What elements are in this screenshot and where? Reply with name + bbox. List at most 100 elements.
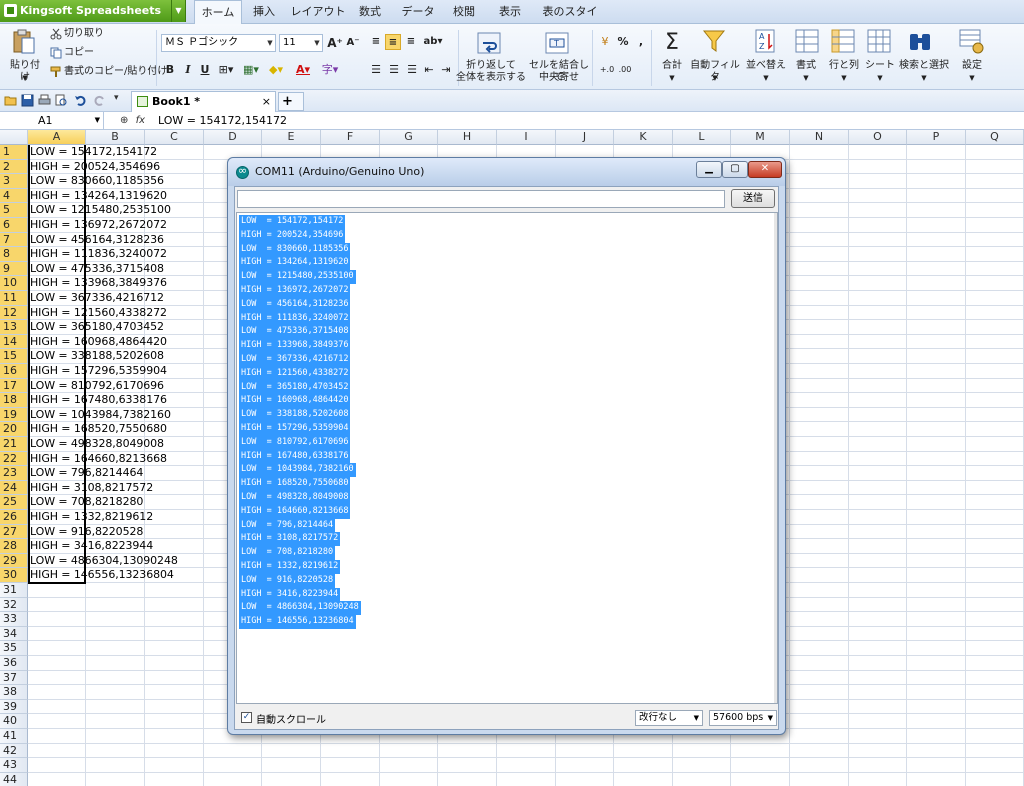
row-header[interactable]: 18 — [0, 393, 28, 408]
cell-a30[interactable]: HIGH = 146556,13236804 — [30, 568, 174, 583]
row-header[interactable]: 5 — [0, 203, 28, 218]
column-header-a[interactable]: A — [28, 130, 86, 145]
row-header[interactable]: 17 — [0, 378, 28, 394]
row-header[interactable]: 1 — [0, 145, 28, 160]
window-titlebar[interactable]: COM11 (Arduino/Genuino Uno) ▁ ▢ ✕ — [228, 158, 785, 186]
row-header[interactable]: 13 — [0, 320, 28, 335]
tab-home[interactable]: ホーム — [194, 0, 242, 25]
cell-a8[interactable]: HIGH = 111836,3240072 — [30, 247, 167, 262]
minimize-button[interactable]: ▁ — [696, 161, 722, 178]
row-header[interactable]: 19 — [0, 407, 28, 423]
open-folder-icon[interactable] — [4, 94, 17, 107]
row-header[interactable]: 39 — [0, 699, 28, 715]
row-header[interactable]: 24 — [0, 480, 28, 496]
row-header[interactable]: 33 — [0, 612, 28, 627]
shrink-font-icon[interactable]: A⁻ — [345, 35, 361, 51]
maximize-button[interactable]: ▢ — [722, 161, 748, 178]
customize-toolbar-icon[interactable]: ▾ — [114, 93, 127, 106]
cell-a11[interactable]: LOW = 367336,4216712 — [30, 291, 164, 306]
row-header[interactable]: 14 — [0, 334, 28, 350]
row-header[interactable]: 42 — [0, 743, 28, 759]
increase-indent-icon[interactable]: ⇥ — [438, 62, 454, 78]
row-header[interactable]: 41 — [0, 729, 28, 744]
column-header-b[interactable]: B — [86, 130, 145, 145]
cell-a21[interactable]: LOW = 498328,8049008 — [30, 437, 164, 452]
scrollbar[interactable] — [774, 213, 777, 703]
row-header[interactable]: 20 — [0, 422, 28, 437]
cell-a9[interactable]: LOW = 475336,3715408 — [30, 262, 164, 277]
underline-button[interactable]: U — [197, 62, 213, 78]
cell-a27[interactable]: LOW = 916,8220528 — [30, 525, 143, 540]
column-header-k[interactable]: K — [614, 130, 673, 145]
row-header[interactable]: 37 — [0, 670, 28, 686]
print-icon[interactable] — [38, 94, 51, 107]
row-header[interactable]: 9 — [0, 261, 28, 277]
zoom-fx-icon[interactable]: ⊕ — [120, 115, 128, 126]
cell-a4[interactable]: HIGH = 134264,1319620 — [30, 189, 167, 204]
cell-a7[interactable]: LOW = 456164,3128236 — [30, 233, 164, 248]
font-name-select[interactable]: ＭＳ Ｐゴシック ▼ — [161, 34, 276, 52]
decrease-indent-icon[interactable]: ⇤ — [421, 62, 437, 78]
row-header[interactable]: 26 — [0, 510, 28, 525]
row-header[interactable]: 4 — [0, 188, 28, 204]
cell-a20[interactable]: HIGH = 168520,7550680 — [30, 422, 167, 437]
row-header[interactable]: 25 — [0, 495, 28, 510]
line-ending-select[interactable]: 改行なし ▼ — [635, 710, 703, 726]
bold-button[interactable]: B — [162, 62, 178, 78]
cell-a10[interactable]: HIGH = 133968,3849376 — [30, 276, 167, 291]
column-header-j[interactable]: J — [556, 130, 614, 145]
tab-data[interactable]: データ — [396, 0, 440, 24]
app-menu-button[interactable]: Kingsoft Spreadsheets 2012 ▼ — [0, 0, 186, 39]
tab-insert[interactable]: 挿入 — [246, 0, 282, 24]
column-header-n[interactable]: N — [790, 130, 849, 145]
row-header[interactable]: 7 — [0, 232, 28, 248]
cell-a6[interactable]: HIGH = 136972,2672072 — [30, 218, 167, 233]
serial-output-area[interactable]: LOW = 154172,154172 HIGH = 200524,354696 L… — [236, 212, 778, 704]
column-header-c[interactable]: C — [145, 130, 204, 145]
column-header-l[interactable]: L — [673, 130, 731, 145]
redo-icon[interactable] — [93, 94, 106, 107]
fill-pattern-icon[interactable]: ▦▾ — [240, 62, 262, 78]
save-icon[interactable] — [21, 94, 34, 107]
borders-icon[interactable]: ⊞▾ — [215, 62, 237, 78]
row-header[interactable]: 29 — [0, 553, 28, 569]
row-header[interactable]: 15 — [0, 349, 28, 364]
cell-a17[interactable]: LOW = 810792,6170696 — [30, 379, 164, 394]
row-header[interactable]: 11 — [0, 291, 28, 306]
row-header[interactable]: 32 — [0, 597, 28, 613]
column-header-m[interactable]: M — [731, 130, 790, 145]
tab-table-style[interactable]: 表のスタイル — [538, 0, 602, 42]
cell-a5[interactable]: LOW = 1215480,2535100 — [30, 203, 171, 218]
row-header[interactable]: 28 — [0, 539, 28, 554]
row-header[interactable]: 27 — [0, 524, 28, 540]
cell-a23[interactable]: LOW = 796,8214464 — [30, 466, 143, 481]
cell-a28[interactable]: HIGH = 3416,8223944 — [30, 539, 153, 554]
cell-a15[interactable]: LOW = 338188,5202608 — [30, 349, 164, 364]
row-header[interactable]: 12 — [0, 305, 28, 321]
row-header[interactable]: 30 — [0, 568, 28, 583]
text-orientation-icon[interactable]: ab▾ — [422, 34, 444, 50]
decrease-decimal-icon[interactable]: .00 — [616, 62, 634, 78]
row-header[interactable]: 34 — [0, 626, 28, 642]
app-menu-dropdown-icon[interactable]: ▼ — [171, 0, 185, 22]
fx-icon[interactable]: fx — [136, 115, 145, 126]
row-header[interactable]: 23 — [0, 466, 28, 481]
column-header-f[interactable]: F — [321, 130, 380, 145]
row-header[interactable]: 43 — [0, 758, 28, 773]
cell-a18[interactable]: HIGH = 167480,6338176 — [30, 393, 167, 408]
undo-icon[interactable] — [74, 94, 87, 107]
print-preview-icon[interactable] — [55, 94, 68, 107]
row-header[interactable]: 21 — [0, 437, 28, 452]
row-header[interactable]: 10 — [0, 276, 28, 291]
tab-review[interactable]: 校閲 — [446, 0, 482, 24]
tab-layout[interactable]: レイアウト — [290, 0, 346, 24]
currency-icon[interactable]: ¥ — [597, 34, 613, 50]
column-header-e[interactable]: E — [262, 130, 321, 145]
select-all-corner[interactable] — [0, 130, 28, 145]
cell-a1[interactable]: LOW = 154172,154172 — [30, 145, 157, 160]
row-header[interactable]: 35 — [0, 641, 28, 656]
close-tab-icon[interactable]: × — [262, 92, 271, 111]
baud-rate-select[interactable]: 57600 bps ▼ — [709, 710, 777, 726]
cell-a29[interactable]: LOW = 4866304,13090248 — [30, 554, 178, 569]
cell-a3[interactable]: LOW = 830660,1185356 — [30, 174, 164, 189]
